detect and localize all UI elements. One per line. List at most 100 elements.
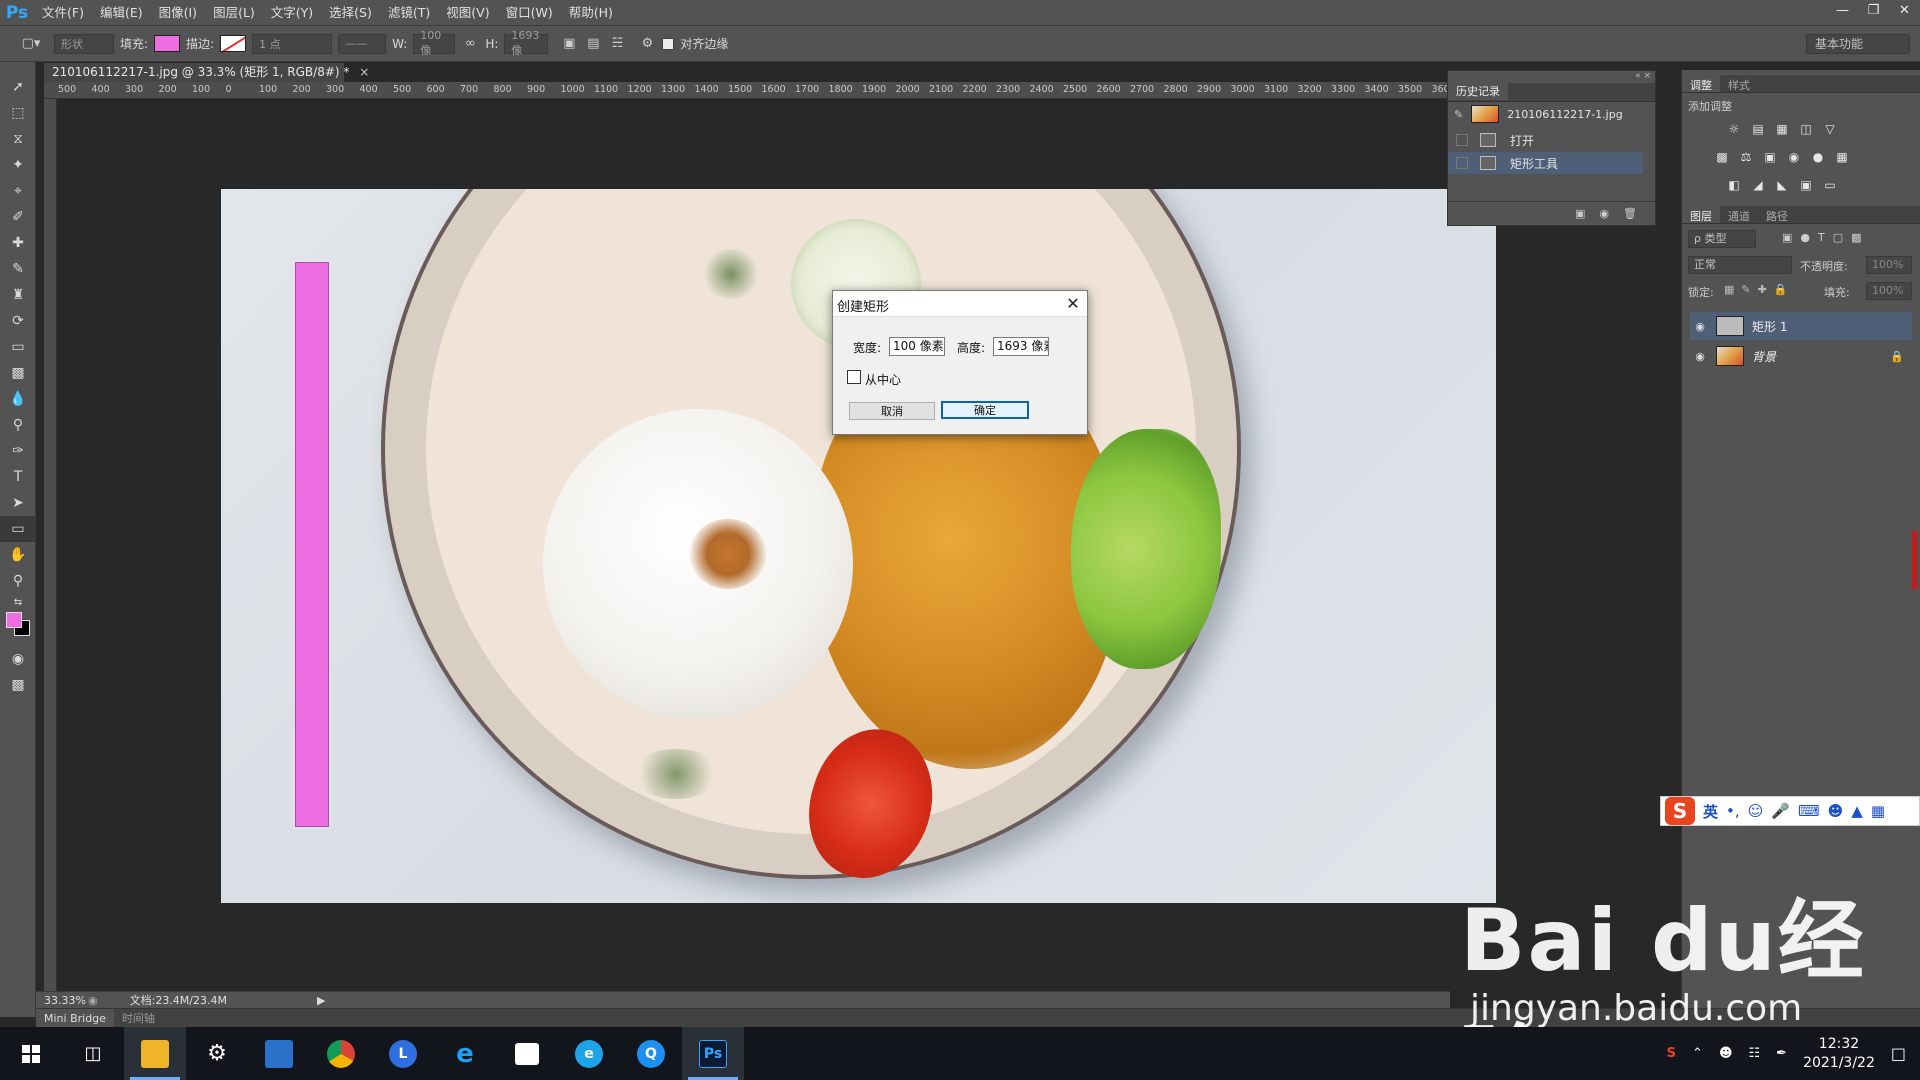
dodge-tool-icon[interactable]: ⚲ — [0, 412, 36, 438]
tab-timeline[interactable]: 时间轴 — [114, 1010, 163, 1026]
document-tab[interactable]: 210106112217-1.jpg @ 33.3% (矩形 1, RGB/8#… — [44, 63, 369, 82]
threshold-icon[interactable]: ◣ — [1774, 178, 1790, 192]
magic-wand-tool-icon[interactable]: ✦ — [0, 152, 36, 178]
zoom-tool-icon[interactable]: ⚲ — [0, 568, 36, 594]
menu-type[interactable]: 文字(Y) — [263, 0, 321, 26]
history-state-checkbox[interactable] — [1456, 134, 1468, 146]
taskbar-photos[interactable] — [248, 1027, 310, 1080]
marquee-tool-icon[interactable]: ⬚ — [0, 100, 36, 126]
close-window-button[interactable]: ✕ — [1889, 0, 1920, 20]
brightness-icon[interactable]: ☼ — [1726, 122, 1742, 136]
tab-mini-bridge[interactable]: Mini Bridge — [36, 1008, 114, 1028]
start-button[interactable] — [0, 1027, 62, 1080]
tab-styles[interactable]: 样式 — [1720, 75, 1758, 92]
show-hidden-icons-icon[interactable]: ⌃ — [1692, 1046, 1703, 1061]
menu-help[interactable]: 帮助(H) — [561, 0, 621, 26]
taskbar-qq-browser[interactable]: Q — [620, 1027, 682, 1080]
eye-icon[interactable]: ◉ — [1690, 350, 1710, 363]
height-input[interactable]: 1693 像 — [504, 29, 549, 57]
posterize-icon[interactable]: ◢ — [1750, 178, 1766, 192]
gear-icon[interactable]: ⚙ — [638, 35, 656, 53]
fill-swatch[interactable] — [154, 35, 181, 52]
new-document-from-state-icon[interactable]: ▣ — [1575, 207, 1585, 220]
path-selection-tool-icon[interactable]: ➤ — [0, 490, 36, 516]
stroke-type-select[interactable]: —— — [338, 33, 387, 54]
stroke-swatch[interactable] — [220, 35, 247, 52]
menu-window[interactable]: 窗口(W) — [498, 0, 561, 26]
eraser-tool-icon[interactable]: ▭ — [0, 334, 36, 360]
swap-colors-icon[interactable]: ⇆ — [0, 594, 36, 610]
gradient-tool-icon[interactable]: ▩ — [0, 360, 36, 386]
taskbar-store[interactable] — [496, 1027, 558, 1080]
width-field[interactable]: 100 像素 — [889, 337, 945, 356]
history-item-open[interactable]: 打开 — [1448, 129, 1643, 151]
taskbar-settings[interactable]: ⚙ — [186, 1027, 248, 1080]
trash-icon[interactable]: 🗑 — [1623, 207, 1637, 220]
menu-view[interactable]: 视图(V) — [438, 0, 497, 26]
menu-file[interactable]: 文件(F) — [34, 0, 92, 26]
path-alignment-icon[interactable]: ▤ — [584, 35, 602, 53]
history-state-checkbox[interactable] — [1456, 157, 1468, 169]
lock-icons[interactable]: ▦✎✚🔒 — [1724, 283, 1795, 296]
notifications-icon[interactable]: □ — [1891, 1044, 1906, 1063]
clock[interactable]: 12:32 2021/3/22 — [1803, 1035, 1875, 1073]
menu-select[interactable]: 选择(S) — [321, 0, 380, 26]
close-icon[interactable]: ✕ — [1063, 293, 1083, 313]
history-brush-icon[interactable]: ✎ — [1454, 108, 1463, 121]
history-item-rectangle-tool[interactable]: 矩形工具 — [1448, 152, 1643, 174]
invert-icon[interactable]: ◧ — [1726, 178, 1742, 192]
menu-filter[interactable]: 滤镜(T) — [380, 0, 438, 26]
toolbox-icon[interactable]: ▦ — [1871, 802, 1885, 820]
menu-image[interactable]: 图像(I) — [151, 0, 205, 26]
layer-row-background[interactable]: ◉ 背景 🔒 — [1690, 342, 1912, 370]
height-field[interactable]: 1693 像素 — [993, 337, 1049, 356]
sogou-tray-icon[interactable]: S — [1667, 1046, 1676, 1061]
status-menu-arrow-icon[interactable]: ▶ — [317, 994, 325, 1007]
hue-saturation-icon[interactable]: ▩ — [1714, 150, 1730, 164]
tool-mode-select[interactable]: 形状 — [54, 33, 114, 54]
blend-mode-select[interactable]: 正常 — [1688, 256, 1792, 274]
levels-icon[interactable]: ▤ — [1750, 122, 1766, 136]
vibrance-icon[interactable]: ▽ — [1822, 122, 1838, 136]
from-center-checkbox[interactable] — [847, 370, 861, 384]
user-icon[interactable]: ☻ — [1828, 802, 1844, 820]
share-icon[interactable]: ◉ — [88, 994, 98, 1007]
channel-mixer-icon[interactable]: ● — [1810, 150, 1826, 164]
minimize-button[interactable]: — — [1827, 0, 1858, 20]
cancel-button[interactable]: 取消 — [849, 402, 935, 420]
brush-tool-icon[interactable]: ✎ — [0, 256, 36, 282]
taskbar-photoshop[interactable]: Ps — [682, 1027, 744, 1080]
close-tab-icon[interactable]: × — [359, 65, 369, 79]
rectangle-shape[interactable] — [295, 262, 329, 827]
selective-color-icon[interactable]: ▣ — [1798, 178, 1814, 192]
opacity-input[interactable]: 100% — [1866, 256, 1912, 274]
snapshot-camera-icon[interactable]: ◉ — [1599, 207, 1609, 220]
screen-mode-icon[interactable]: ▩ — [0, 672, 36, 698]
zoom-level[interactable]: 33.33% — [36, 994, 86, 1007]
hand-tool-icon[interactable]: ✋ — [0, 542, 36, 568]
link-icon[interactable]: ∞ — [461, 35, 479, 53]
layer-filter-icons[interactable]: ▣●T▢▩ — [1782, 231, 1870, 244]
quick-mask-icon[interactable]: ◉ — [0, 646, 36, 672]
photo-filter-icon[interactable]: ◉ — [1786, 150, 1802, 164]
blur-tool-icon[interactable]: 💧 — [0, 386, 36, 412]
layer-filter-select[interactable]: ρ 类型 — [1688, 230, 1756, 248]
foreground-color-swatch[interactable] — [6, 612, 22, 628]
tab-layers[interactable]: 图层 — [1682, 206, 1720, 223]
width-input[interactable]: 100 像 — [413, 29, 456, 57]
menu-edit[interactable]: 编辑(E) — [92, 0, 151, 26]
restore-button[interactable]: ❐ — [1858, 0, 1889, 20]
emoji-icon[interactable]: ☺ — [1748, 802, 1764, 820]
exposure-icon[interactable]: ◫ — [1798, 122, 1814, 136]
keyboard-icon[interactable]: ⌨ — [1798, 802, 1820, 820]
sogou-logo-icon[interactable]: S — [1665, 797, 1695, 825]
wifi-icon[interactable]: ☷ — [1749, 1046, 1761, 1061]
eye-icon[interactable]: ◉ — [1690, 320, 1710, 333]
ok-button[interactable]: 确定 — [941, 401, 1029, 419]
lasso-tool-icon[interactable]: ⧖ — [0, 126, 36, 152]
taskbar-edge[interactable]: e — [558, 1027, 620, 1080]
taskbar-file-explorer[interactable] — [124, 1027, 186, 1080]
curves-icon[interactable]: ▦ — [1774, 122, 1790, 136]
microphone-icon[interactable]: 🎤 — [1771, 802, 1790, 820]
tab-history[interactable]: 历史记录 — [1448, 83, 1508, 100]
